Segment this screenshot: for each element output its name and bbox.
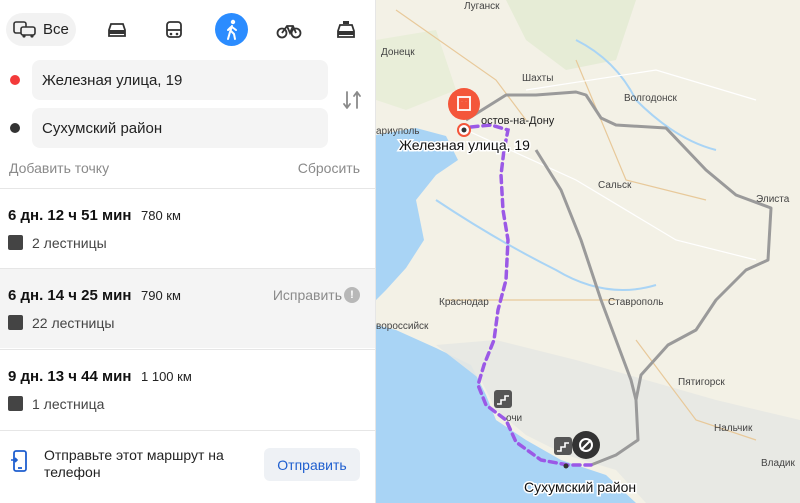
- route-duration: 9 дн. 13 ч 44 мин: [8, 368, 132, 385]
- route-duration: 6 дн. 14 ч 25 мин: [8, 287, 132, 304]
- route-stairs: 22 лестницы: [32, 315, 115, 331]
- mode-taxi-button[interactable]: [329, 13, 362, 46]
- city-label-donetsk: Донецк: [381, 47, 415, 58]
- stairs-marker[interactable]: [494, 390, 512, 408]
- start-point-input[interactable]: Железная улица, 19: [32, 60, 328, 100]
- start-point-value: Железная улица, 19: [42, 71, 183, 89]
- mode-all-button[interactable]: Все: [6, 13, 76, 46]
- city-label-novorossiysk: воросcийск: [376, 321, 429, 332]
- city-label-rostov: остов-на-Дону: [481, 115, 555, 127]
- route-option-selected[interactable]: 6 дн. 14 ч 25 мин 790 км Исправить ! 22 …: [0, 268, 375, 348]
- end-point-input[interactable]: Сухумский район: [32, 108, 328, 148]
- end-point-value: Сухумский район: [42, 119, 163, 137]
- city-label-elista: Элиста: [756, 194, 790, 205]
- car-icon: [107, 22, 126, 37]
- map-end-label: Сухумский район: [524, 479, 636, 495]
- city-label-stavropol: Ставрополь: [608, 297, 664, 308]
- map-canvas[interactable]: Луганск Донецк Шахты Волгодонск остов-на…: [376, 0, 800, 503]
- city-label-lugansk: Луганск: [464, 1, 500, 12]
- city-label-mariupol: ариуполь: [376, 126, 420, 137]
- mode-bike-button[interactable]: [272, 13, 305, 46]
- mode-all-label: Все: [43, 21, 69, 38]
- route-duration: 6 дн. 12 ч 51 мин: [8, 207, 132, 224]
- reset-link[interactable]: Сбросить: [298, 160, 360, 176]
- fix-route-link[interactable]: Исправить: [273, 287, 342, 303]
- map[interactable]: Луганск Донецк Шахты Волгодонск остов-на…: [376, 0, 800, 503]
- route-panel: Все Железная улица, 19 Сухумский район Д…: [0, 0, 376, 503]
- send-button-label: Отправить: [277, 456, 347, 473]
- city-label-pyatigorsk: Пятигорск: [678, 377, 725, 388]
- city-label-sochi: очи: [506, 413, 522, 424]
- end-point-dot: [10, 123, 20, 133]
- transport-mode-bar: Все: [0, 0, 375, 58]
- stairs-icon: [8, 396, 23, 411]
- route-distance: 780 км: [141, 208, 181, 223]
- stairs-icon: [8, 235, 23, 250]
- map-start-label: Железная улица, 19: [399, 137, 530, 153]
- walk-icon: [226, 19, 237, 40]
- add-point-link[interactable]: Добавить точку: [9, 160, 109, 176]
- swap-arrows-icon[interactable]: [341, 89, 363, 111]
- route-stairs: 1 лестница: [32, 396, 105, 412]
- city-label-vladikavkaz: Владик: [761, 458, 795, 469]
- stairs-marker[interactable]: [554, 437, 572, 455]
- send-to-phone-block: Отправьте этот маршрут на телефон Отправ…: [0, 430, 375, 503]
- city-label-salsk: Сальск: [598, 180, 632, 191]
- city-label-nalchik: Нальчик: [714, 423, 753, 434]
- city-label-volgodonsk: Волгодонск: [624, 93, 678, 104]
- bus-icon: [165, 20, 182, 38]
- stairs-icon: [8, 315, 23, 330]
- send-to-phone-text: Отправьте этот маршрут на телефон: [44, 447, 224, 480]
- route-option[interactable]: 9 дн. 13 ч 44 мин 1 100 км 1 лестница: [0, 349, 375, 429]
- car-bus-icon: [13, 20, 36, 38]
- taxi-icon: [336, 20, 355, 38]
- mode-walk-button[interactable]: [215, 13, 248, 46]
- start-point-dot: [10, 75, 20, 85]
- mode-bus-button[interactable]: [157, 13, 190, 46]
- route-distance: 1 100 км: [141, 369, 192, 384]
- mode-car-button[interactable]: [100, 13, 133, 46]
- city-label-krasnodar: Краснодар: [439, 297, 489, 308]
- route-option[interactable]: 6 дн. 12 ч 51 мин 780 км 2 лестницы: [0, 188, 375, 268]
- route-actions: Добавить точку Сбросить: [0, 150, 375, 186]
- bike-icon: [276, 24, 301, 38]
- phone-icon: [11, 450, 27, 472]
- city-label-shakhty: Шахты: [522, 73, 553, 84]
- warning-icon: !: [344, 287, 360, 303]
- route-stairs: 2 лестницы: [32, 235, 107, 251]
- route-distance: 790 км: [141, 288, 181, 303]
- send-button[interactable]: Отправить: [264, 448, 360, 481]
